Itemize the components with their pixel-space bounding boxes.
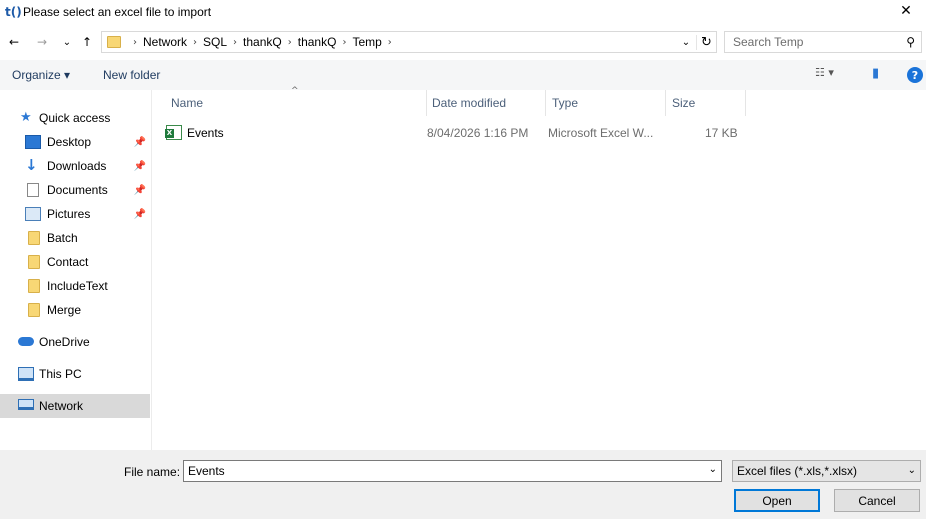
file-name-cell: Events — [187, 126, 224, 140]
folder-icon — [28, 231, 40, 245]
breadcrumb-thankq-2[interactable]: thankQ — [298, 35, 337, 49]
file-type-filter-select[interactable]: Excel files (*.xls,*.xlsx) ⌄ — [732, 460, 921, 482]
sidebar-item-includetext[interactable]: IncludeText — [0, 274, 150, 298]
preview-pane-icon[interactable]: ▮ — [872, 66, 879, 81]
back-arrow-icon[interactable]: ← — [5, 33, 23, 51]
folder-icon — [107, 36, 121, 48]
sidebar-item-documents[interactable]: Documents 📌 — [0, 178, 150, 202]
sidebar-item-label: Quick access — [39, 111, 111, 125]
address-bar-controls: ⌄ ↻ — [676, 32, 716, 52]
sidebar-item-label: Documents — [47, 183, 108, 197]
table-row[interactable]: Events 8/04/2026 1:16 PM Microsoft Excel… — [152, 122, 926, 144]
document-icon — [27, 183, 39, 197]
search-icon[interactable]: ⚲ — [906, 35, 915, 49]
new-folder-button[interactable]: New folder — [103, 68, 160, 82]
file-size-cell: 17 KB — [705, 126, 738, 140]
breadcrumb-thankq[interactable]: thankQ — [243, 35, 282, 49]
sidebar-item-label: Batch — [47, 231, 78, 245]
breadcrumb-temp[interactable]: Temp — [352, 35, 381, 49]
sidebar-item-label: Desktop — [47, 135, 92, 149]
up-arrow-icon[interactable]: ↑ — [78, 33, 96, 51]
excel-file-icon — [165, 125, 182, 140]
search-box[interactable]: ⚲ — [724, 31, 922, 53]
sidebar-item-label: This PC — [39, 367, 82, 381]
star-icon: ★ — [20, 110, 32, 125]
file-name-input[interactable] — [184, 464, 684, 478]
navigation-bar: ← → ⌄ ↑ › Network › SQL › thankQ › thank… — [0, 28, 926, 56]
app-logo-icon: t() — [5, 5, 22, 19]
pin-icon[interactable]: 📌 — [134, 137, 146, 148]
column-header-type[interactable]: Type — [546, 90, 666, 116]
chevron-down-icon[interactable]: ⌄ — [676, 37, 696, 48]
breadcrumb-separator: › — [193, 36, 198, 48]
help-icon[interactable]: ? — [907, 67, 923, 83]
file-date-cell: 8/04/2026 1:16 PM — [427, 126, 529, 140]
pin-icon[interactable]: 📌 — [134, 185, 146, 196]
pin-icon[interactable]: 📌 — [134, 209, 146, 220]
sidebar-item-quick-access[interactable]: ★ Quick access — [0, 106, 150, 130]
organize-button[interactable]: Organize ▾ — [12, 68, 70, 82]
folder-icon — [28, 303, 40, 317]
sidebar-item-desktop[interactable]: Desktop 📌 — [0, 130, 150, 154]
sidebar-item-label: Network — [39, 399, 84, 413]
sidebar-item-label: OneDrive — [39, 335, 90, 349]
sidebar-item-network[interactable]: Network — [0, 394, 150, 418]
sidebar-item-contact[interactable]: Contact — [0, 250, 150, 274]
cloud-icon — [18, 337, 34, 346]
sidebar-item-label: Merge — [47, 303, 82, 317]
navigation-pane: ★ Quick access Desktop 📌 ↓ Downloads 📌 D… — [0, 90, 152, 450]
sidebar-item-label: Downloads — [47, 159, 107, 173]
breadcrumb-sql[interactable]: SQL — [203, 35, 227, 49]
sidebar-item-downloads[interactable]: ↓ Downloads 📌 — [0, 154, 150, 178]
dialog-footer: File name: ⌄ Excel files (*.xls,*.xlsx) … — [0, 450, 926, 519]
breadcrumb-separator: › — [133, 36, 137, 48]
chevron-down-icon[interactable]: ⌄ — [908, 465, 916, 476]
search-input[interactable] — [733, 35, 893, 49]
file-type-filter-value: Excel files (*.xls,*.xlsx) — [737, 464, 858, 478]
download-icon: ↓ — [25, 156, 38, 174]
breadcrumb-separator: › — [233, 36, 238, 48]
breadcrumb-network[interactable]: Network — [143, 35, 187, 49]
breadcrumb-separator: › — [287, 36, 292, 48]
address-bar[interactable]: › Network › SQL › thankQ › thankQ › Temp… — [101, 31, 717, 53]
sidebar-item-onedrive[interactable]: OneDrive — [0, 330, 150, 354]
breadcrumb-separator[interactable]: › — [388, 37, 392, 48]
breadcrumb-separator: › — [342, 36, 347, 48]
folder-icon — [28, 255, 40, 269]
file-name-label: File name: — [124, 465, 181, 479]
sidebar-item-pictures[interactable]: Pictures 📌 — [0, 202, 150, 226]
column-header-name[interactable]: Name — [165, 90, 427, 116]
sidebar-item-merge[interactable]: Merge — [0, 298, 150, 322]
desktop-icon — [25, 135, 41, 149]
picture-icon — [25, 207, 41, 221]
title-bar: t() Please select an excel file to impor… — [0, 0, 926, 24]
sidebar-item-label: IncludeText — [47, 279, 108, 293]
folder-icon — [28, 279, 40, 293]
open-button[interactable]: Open — [734, 489, 820, 512]
close-button[interactable]: ✕ — [886, 0, 926, 22]
window-title: Please select an excel file to import — [23, 5, 212, 19]
column-header-size[interactable]: Size — [666, 90, 746, 116]
file-name-combobox[interactable]: ⌄ — [183, 460, 722, 482]
sidebar-item-label: Contact — [47, 255, 89, 269]
sidebar-item-label: Pictures — [47, 207, 91, 221]
chevron-down-icon[interactable]: ⌄ — [709, 464, 717, 475]
command-toolbar: Organize ▾ New folder ☷ ▾ ▮ ? — [0, 60, 926, 90]
cancel-button[interactable]: Cancel — [834, 489, 920, 512]
column-header-date-modified[interactable]: Date modified — [426, 90, 546, 116]
computer-icon — [18, 367, 34, 381]
recent-locations-chevron-icon[interactable]: ⌄ — [58, 33, 76, 51]
file-list: ^ Name Date modified Type Size Events 8/… — [152, 86, 926, 450]
sidebar-item-this-pc[interactable]: This PC — [0, 362, 150, 386]
change-view-icon[interactable]: ☷ ▾ — [815, 66, 834, 79]
network-icon — [18, 399, 34, 410]
file-type-cell: Microsoft Excel W... — [548, 126, 654, 140]
forward-arrow-icon[interactable]: → — [33, 33, 51, 51]
pin-icon[interactable]: 📌 — [134, 161, 146, 172]
refresh-icon[interactable]: ↻ — [696, 34, 716, 50]
sidebar-item-batch[interactable]: Batch — [0, 226, 150, 250]
